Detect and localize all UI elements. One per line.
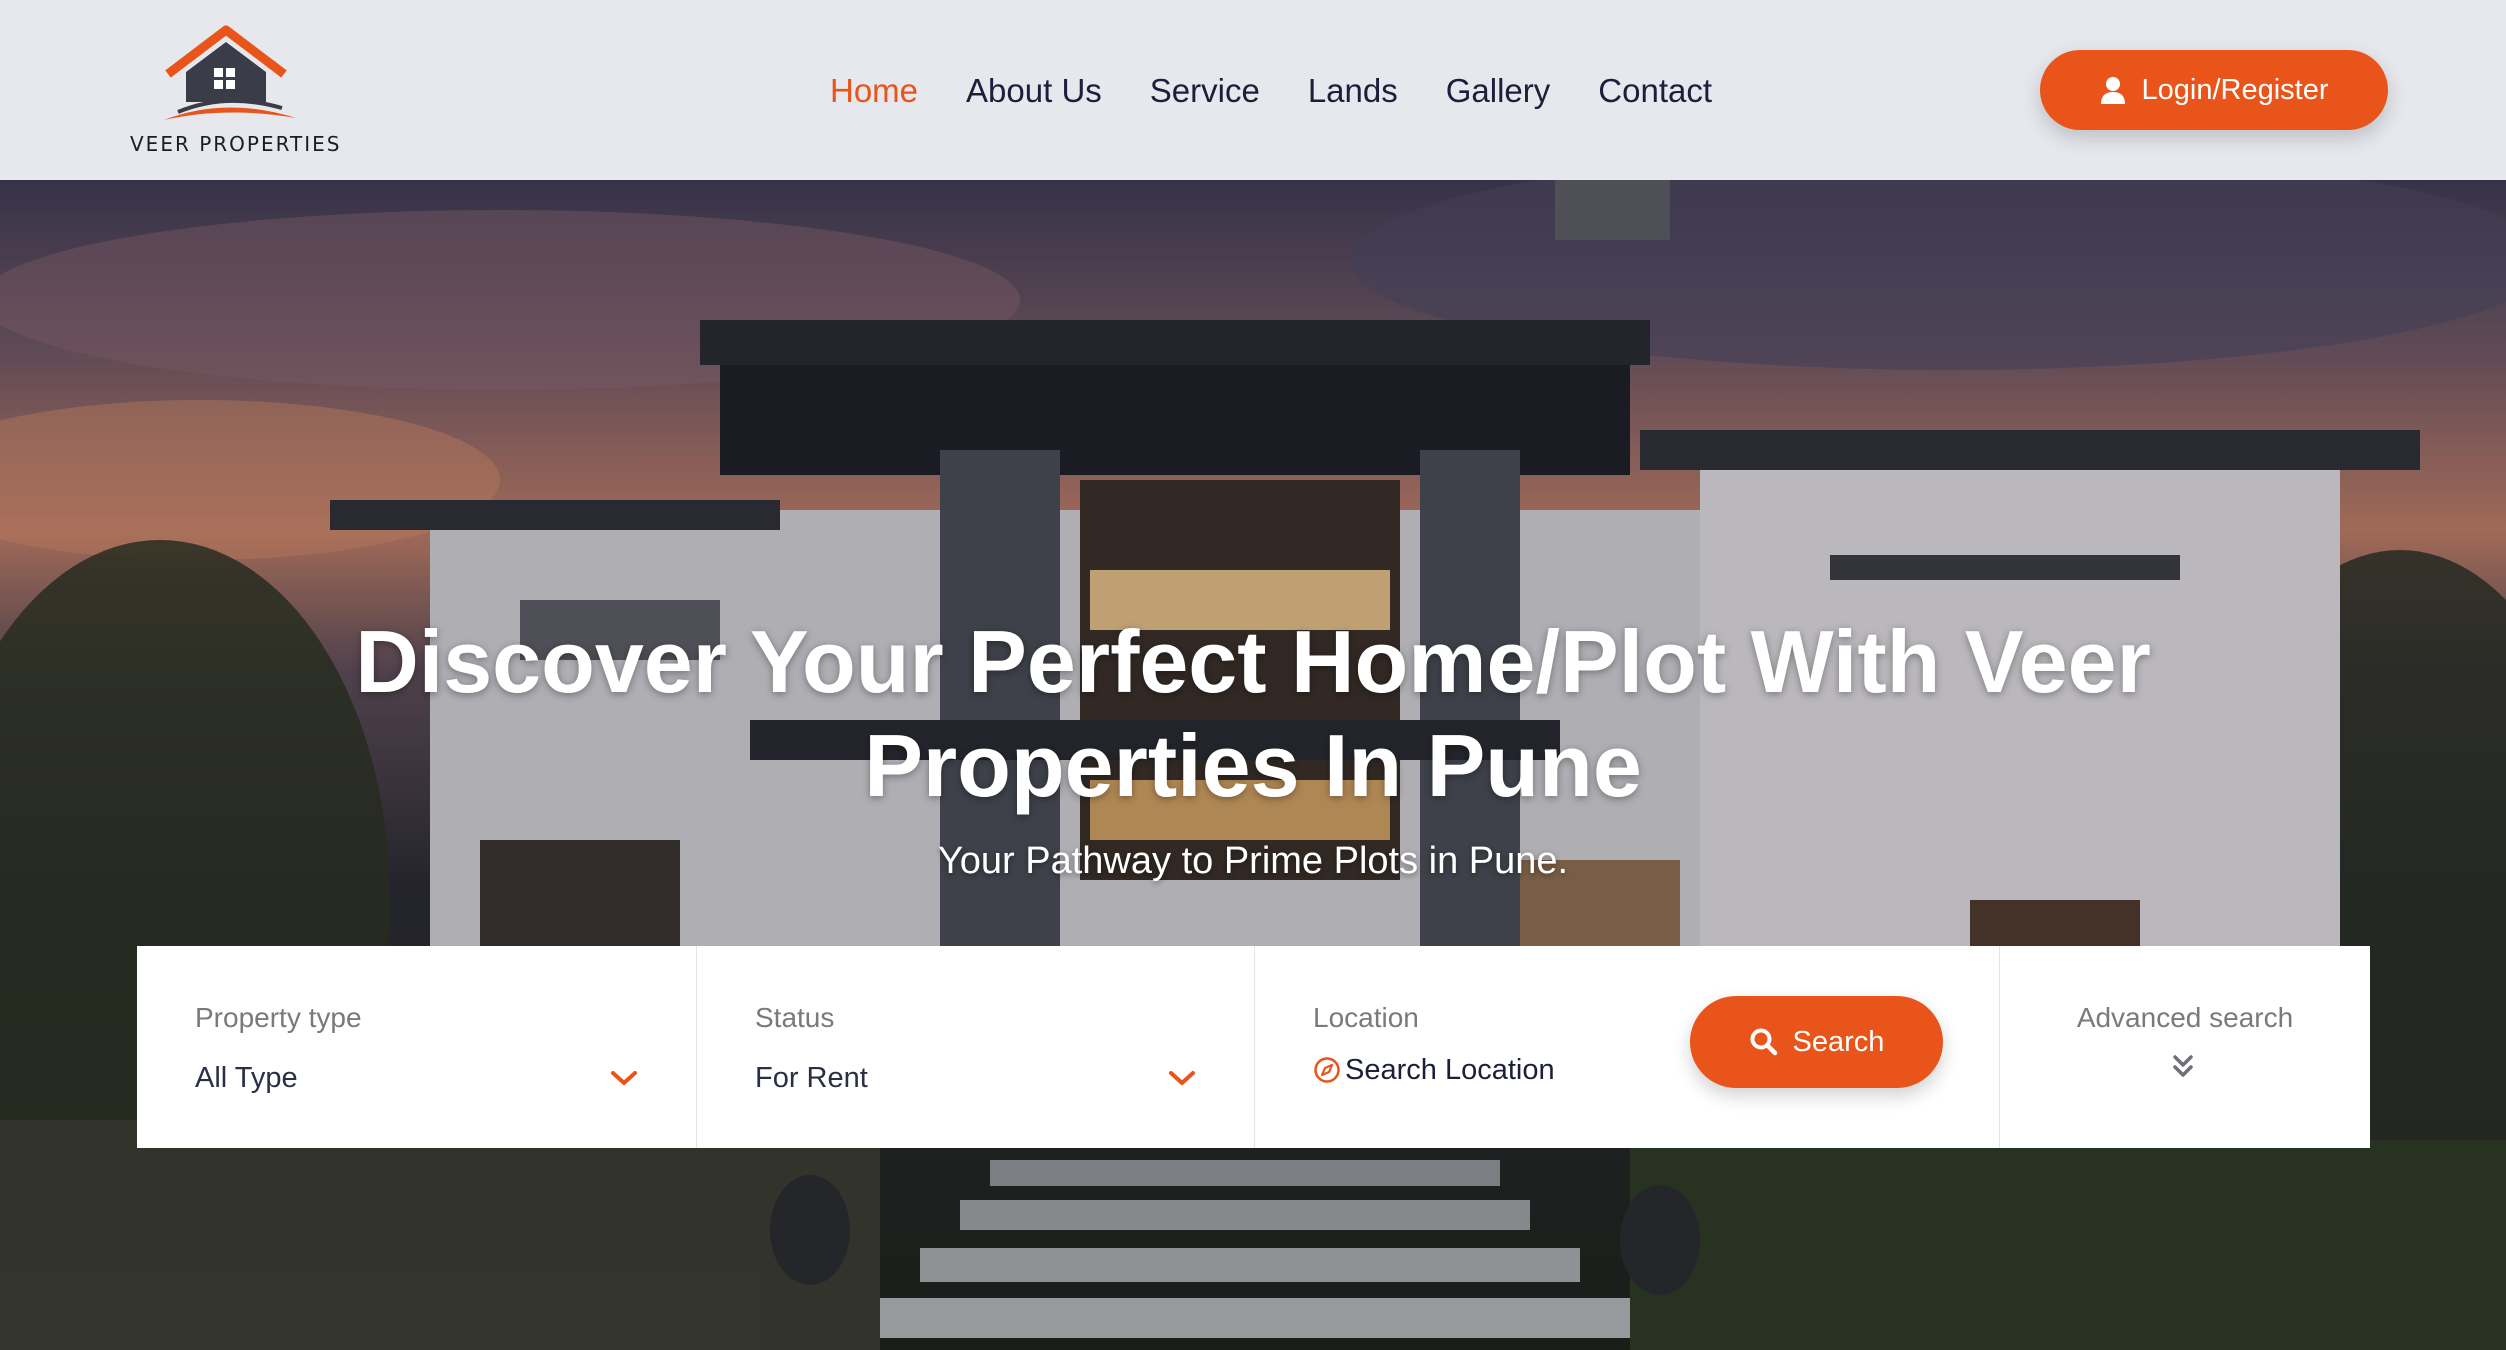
hero-title: Discover Your Perfect Home/Plot With Vee…: [355, 612, 2151, 815]
nav-about-us[interactable]: About Us: [966, 66, 1102, 116]
status-label: Status: [755, 1002, 835, 1033]
status-value: For Rent: [755, 1062, 868, 1094]
site-header: VEER PROPERTIES Home About Us Service La…: [0, 0, 2506, 180]
login-register-button[interactable]: Login/Register: [2040, 50, 2388, 130]
nav-contact[interactable]: Contact: [1598, 66, 1712, 116]
location-input[interactable]: Search Location: [1345, 1054, 1555, 1087]
location-label: Location: [1313, 1002, 1419, 1033]
main-nav: Home About Us Service Lands Gallery Cont…: [830, 66, 1760, 116]
brand-name: VEER PROPERTIES: [130, 132, 342, 156]
chevron-down-icon: [1169, 1071, 1195, 1085]
advanced-search-label: Advanced search: [2076, 1002, 2294, 1033]
logo[interactable]: VEER PROPERTIES: [128, 22, 340, 162]
status-select[interactable]: Status For Rent: [697, 946, 1255, 1148]
house-logo-icon: [164, 25, 296, 120]
advanced-search-toggle[interactable]: Advanced search: [2000, 946, 2370, 1148]
search-button[interactable]: Search: [1690, 996, 1943, 1088]
search-button-label: Search: [1792, 1025, 1885, 1058]
login-register-label: Login/Register: [2141, 73, 2329, 106]
property-type-value: All Type: [195, 1062, 298, 1094]
search-icon: [1750, 1028, 1777, 1056]
property-search-panel: Property type All Type Status For Rent L…: [137, 946, 2370, 1148]
compass-icon: [1314, 1057, 1340, 1083]
nav-gallery[interactable]: Gallery: [1446, 66, 1551, 116]
hero-section: Discover Your Perfect Home/Plot With Vee…: [0, 180, 2506, 1350]
nav-lands[interactable]: Lands: [1308, 66, 1398, 116]
user-icon: [2100, 77, 2125, 104]
double-chevron-down-icon: [2173, 1055, 2193, 1077]
property-type-select[interactable]: Property type All Type: [137, 946, 697, 1148]
location-field: Location Search Location Search: [1255, 946, 2000, 1148]
chevron-down-icon: [611, 1071, 637, 1085]
property-type-label: Property type: [195, 1002, 362, 1033]
hero-subtitle: Your Pathway to Prime Plots in Pune.: [937, 840, 1569, 882]
nav-service[interactable]: Service: [1150, 66, 1260, 116]
nav-home[interactable]: Home: [830, 66, 918, 116]
